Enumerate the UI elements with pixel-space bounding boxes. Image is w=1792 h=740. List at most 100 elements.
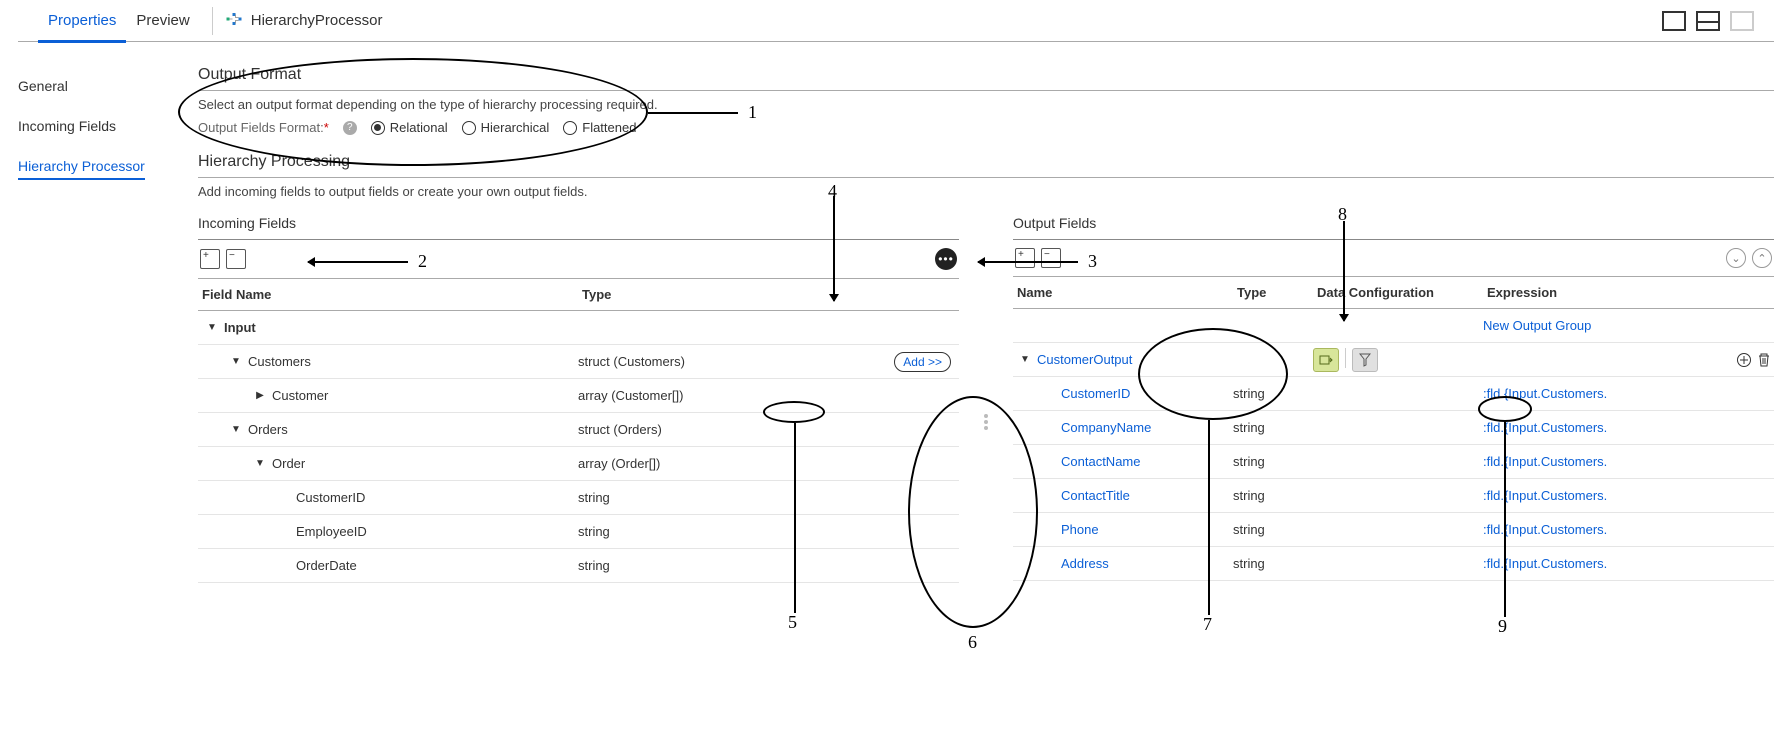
expression-text[interactable]: :fld.{Input.Customers. [1483, 522, 1774, 537]
add-icon[interactable] [1734, 350, 1754, 370]
incoming-title: Incoming Fields [198, 207, 959, 240]
sidebar-item-incoming[interactable]: Incoming Fields [18, 106, 188, 146]
caret-icon[interactable]: ▼ [1019, 354, 1031, 365]
output-field-name[interactable]: Phone [1061, 522, 1099, 537]
tree-row[interactable]: ▼ Orders struct (Orders) [198, 413, 959, 447]
output-title: Output Fields [1013, 207, 1774, 240]
col-expression: Expression [1487, 285, 1557, 300]
data-source-icon[interactable] [1313, 348, 1339, 372]
layout-dim-icon[interactable] [1730, 11, 1754, 31]
output-panel: Output Fields ⌄ ⌃ Name Type Data Configu… [1013, 207, 1774, 637]
field-type: struct (Orders) [578, 422, 959, 437]
field-name: OrderDate [296, 558, 357, 573]
field-type: string [578, 524, 959, 539]
output-field-type: string [1233, 454, 1313, 469]
output-field-name[interactable]: CustomerID [1061, 386, 1130, 401]
expand-all-circle-icon[interactable]: ⌄ [1726, 248, 1746, 268]
tree-row[interactable]: EmployeeID string [198, 515, 959, 549]
add-button[interactable]: Add >> [894, 352, 951, 372]
output-field-type: string [1233, 488, 1313, 503]
expression-text[interactable]: :fld.{Input.Customers. [1483, 420, 1774, 435]
output-field-type: string [1233, 556, 1313, 571]
collapse-all-icon[interactable] [1041, 248, 1061, 268]
layout-single-icon[interactable] [1662, 11, 1686, 31]
output-field-name[interactable]: CompanyName [1061, 420, 1151, 435]
incoming-panel: Incoming Fields ••• Field Name Type ▼ Inp… [198, 207, 959, 637]
tree-row[interactable]: ▼ Order array (Order[]) [198, 447, 959, 481]
content-area: Output Format Select an output format de… [188, 66, 1774, 740]
output-fields-format-label: Output Fields Format:* [198, 120, 329, 135]
table-row[interactable]: ContactTitle string :fld.{Input.Customers. [1013, 479, 1774, 513]
table-row[interactable]: CustomerID string :fld.{Input.Customers. [1013, 377, 1774, 411]
table-row[interactable]: Address string :fld.{Input.Customers. [1013, 547, 1774, 581]
incoming-tree[interactable]: ▼ Input ▼Customersstruct (Customers)Add >>… [198, 311, 959, 637]
output-format-title: Output Format [198, 66, 1774, 84]
left-sidebar: General Incoming Fields Hierarchy Proces… [18, 66, 188, 740]
hp-subtitle: Add incoming fields to output fields or … [198, 184, 1774, 199]
sidebar-item-hierarchy[interactable]: Hierarchy Processor [18, 146, 145, 180]
table-row[interactable]: ▼ CustomerOutput [1013, 343, 1774, 377]
help-icon[interactable]: ? [343, 121, 357, 135]
caret-icon[interactable]: ▼ [230, 424, 242, 435]
tree-row[interactable]: CustomerID string [198, 481, 959, 515]
field-name: Customer [272, 388, 328, 403]
new-output-group-link[interactable]: New Output Group [1483, 318, 1591, 333]
caret-icon[interactable]: ▼ [230, 356, 242, 367]
caret-icon[interactable]: ▼ [254, 458, 266, 469]
field-name: Orders [248, 422, 288, 437]
output-field-name[interactable]: ContactName [1061, 454, 1140, 469]
field-type: string [578, 490, 959, 505]
tree-row[interactable]: ▼ Input [198, 311, 959, 345]
tree-row[interactable]: OrderDate string [198, 549, 959, 583]
collapse-all-icon[interactable] [226, 249, 246, 269]
field-type: struct (Customers) [578, 354, 894, 369]
tree-row[interactable]: ▶ Customer array (Customer[]) [198, 379, 959, 413]
table-row[interactable]: CompanyName string :fld.{Input.Customers. [1013, 411, 1774, 445]
field-name: Input [224, 320, 256, 335]
collapse-all-circle-icon[interactable]: ⌃ [1752, 248, 1772, 268]
field-name: CustomerID [296, 490, 365, 505]
col-data-config: Data Configuration [1317, 285, 1487, 300]
caret-icon[interactable]: ▼ [206, 322, 218, 333]
hp-title: Hierarchy Processing [198, 153, 1774, 171]
caret-icon[interactable]: ▶ [254, 390, 266, 401]
field-name: Order [272, 456, 305, 471]
radio-relational[interactable]: Relational [371, 120, 448, 135]
expression-text[interactable]: :fld.{Input.Customers. [1483, 386, 1774, 401]
output-field-name[interactable]: Address [1061, 556, 1109, 571]
expression-text[interactable]: :fld.{Input.Customers. [1483, 454, 1774, 469]
output-field-name[interactable]: CustomerOutput [1037, 352, 1132, 367]
output-field-type: string [1233, 522, 1313, 537]
table-row[interactable]: Phone string :fld.{Input.Customers. [1013, 513, 1774, 547]
tab-properties[interactable]: Properties [38, 0, 126, 42]
processor-name: HierarchyProcessor [251, 12, 383, 29]
sidebar-item-general[interactable]: General [18, 66, 188, 106]
col-field-name: Field Name [202, 287, 582, 302]
output-field-name[interactable]: ContactTitle [1061, 488, 1130, 503]
processor-icon [225, 10, 251, 31]
output-format-subtitle: Select an output format depending on the… [198, 97, 1774, 112]
table-row[interactable]: ContactName string :fld.{Input.Customers. [1013, 445, 1774, 479]
radio-flattened[interactable]: Flattened [563, 120, 636, 135]
output-field-type: string [1233, 420, 1313, 435]
tab-preview[interactable]: Preview [126, 0, 199, 42]
field-type: array (Order[]) [578, 456, 959, 471]
more-icon[interactable]: ••• [935, 248, 957, 270]
splitter[interactable] [979, 207, 993, 637]
expression-text[interactable]: :fld.{Input.Customers. [1483, 556, 1774, 571]
expand-all-icon[interactable] [200, 249, 220, 269]
layout-split-icon[interactable] [1696, 11, 1720, 31]
header-bar: Properties Preview HierarchyProcessor [18, 0, 1774, 42]
radio-hierarchical[interactable]: Hierarchical [462, 120, 550, 135]
output-field-type: string [1233, 386, 1313, 401]
field-name: EmployeeID [296, 524, 367, 539]
output-tree[interactable]: New Output Group ▼ CustomerOutput Customer… [1013, 309, 1774, 637]
trash-icon[interactable] [1754, 350, 1774, 370]
filter-icon[interactable] [1352, 348, 1378, 372]
col-type: Type [582, 287, 611, 302]
field-type: string [578, 558, 959, 573]
tree-row[interactable]: ▼Customersstruct (Customers)Add >> [198, 345, 959, 379]
field-type: array (Customer[]) [578, 388, 959, 403]
expression-text[interactable]: :fld.{Input.Customers. [1483, 488, 1774, 503]
expand-all-icon[interactable] [1015, 248, 1035, 268]
